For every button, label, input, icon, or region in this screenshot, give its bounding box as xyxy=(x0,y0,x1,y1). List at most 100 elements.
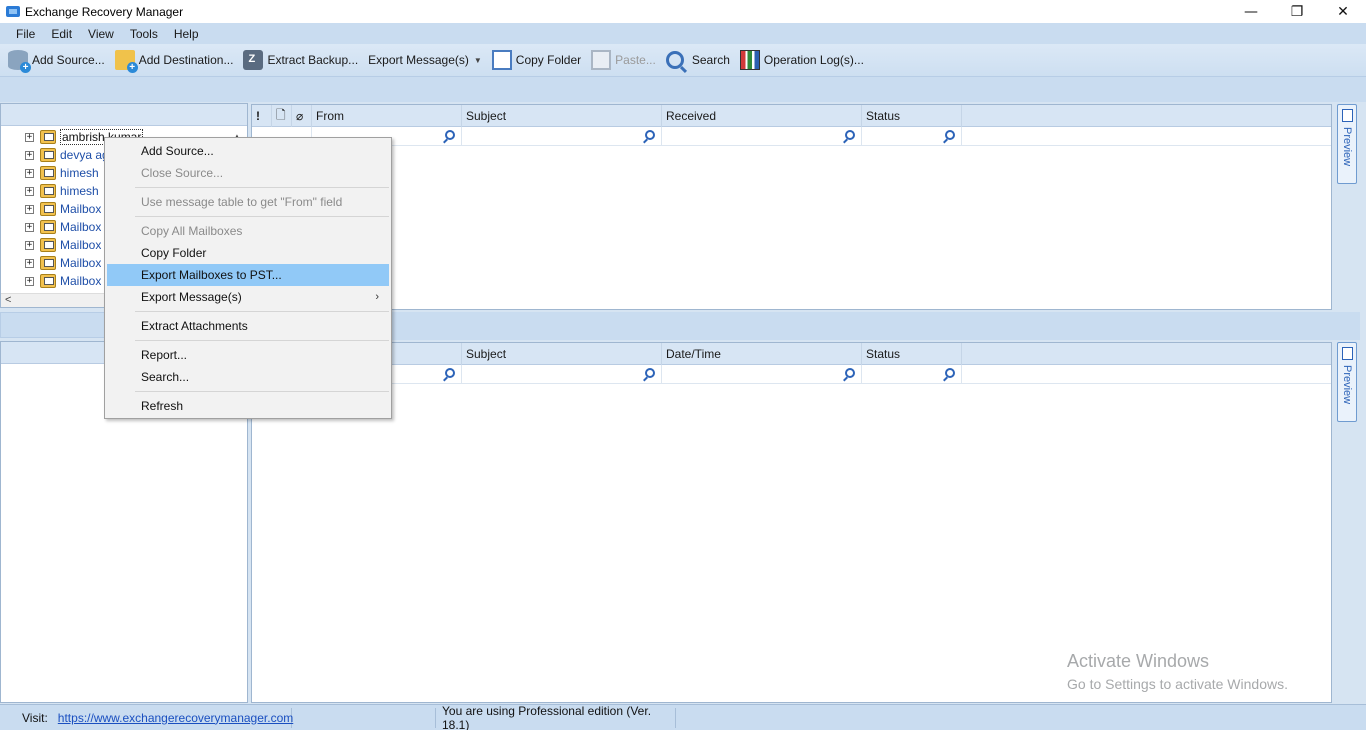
status-edition: You are using Professional edition (Ver.… xyxy=(436,704,676,730)
filter-subject[interactable] xyxy=(462,127,662,146)
tree-item-label: Mailbox xyxy=(60,274,102,288)
menu-separator xyxy=(135,391,389,392)
expand-icon[interactable]: + xyxy=(25,258,34,268)
importance-column-icon[interactable]: ! xyxy=(252,105,272,127)
column-subject[interactable]: Subject xyxy=(462,105,662,127)
menu-extract-attachments[interactable]: Extract Attachments xyxy=(107,315,389,337)
menu-search[interactable]: Search... xyxy=(107,366,389,388)
output-grid-header: Subject Date/Time Status xyxy=(252,343,1331,365)
window-title: Exchange Recovery Manager xyxy=(25,4,184,19)
search-icon[interactable] xyxy=(945,130,955,140)
add-folder-icon xyxy=(114,50,138,73)
filter-received[interactable] xyxy=(662,127,862,146)
filter-status[interactable] xyxy=(862,127,962,146)
window-controls: — ❐ ✕ xyxy=(1228,0,1366,23)
add-source-button[interactable]: Add Source... xyxy=(4,46,109,74)
output-grid: Subject Date/Time Status xyxy=(251,342,1332,703)
export-messages-label: Export Message(s) xyxy=(368,53,469,67)
menu-add-source[interactable]: Add Source... xyxy=(107,140,389,162)
attachment-column-icon[interactable]: ⌀ xyxy=(292,105,312,127)
preview-tab-bottom[interactable]: Preview xyxy=(1337,342,1357,422)
mailbox-icon xyxy=(40,148,56,162)
document-column-icon[interactable]: 🗋 xyxy=(272,105,292,127)
menu-use-message-table[interactable]: Use message table to get "From" field xyxy=(107,191,389,213)
menu-file[interactable]: File xyxy=(8,27,43,41)
filter-subject[interactable] xyxy=(462,365,662,384)
search-icon[interactable] xyxy=(845,130,855,140)
menu-refresh[interactable]: Refresh xyxy=(107,395,389,417)
search-button[interactable]: Search xyxy=(662,46,734,74)
column-received[interactable]: Received xyxy=(662,105,862,127)
column-subject[interactable]: Subject xyxy=(462,343,662,365)
column-date-time[interactable]: Date/Time xyxy=(662,343,862,365)
search-icon[interactable] xyxy=(945,368,955,378)
expand-icon[interactable]: + xyxy=(25,150,34,160)
search-icon[interactable] xyxy=(645,130,655,140)
search-label: Search xyxy=(691,53,730,67)
filter-status[interactable] xyxy=(862,365,962,384)
menu-separator xyxy=(135,187,389,188)
tree-item-label: Mailbox xyxy=(60,256,102,270)
watermark-title: Activate Windows xyxy=(1067,651,1210,671)
menu-report[interactable]: Report... xyxy=(107,344,389,366)
menu-copy-folder[interactable]: Copy Folder xyxy=(107,242,389,264)
search-icon[interactable] xyxy=(445,368,455,378)
copy-icon xyxy=(491,50,512,70)
search-icon[interactable] xyxy=(845,368,855,378)
expand-icon[interactable]: + xyxy=(25,132,34,142)
menu-copy-all-mailboxes[interactable]: Copy All Mailboxes xyxy=(107,220,389,242)
column-from[interactable]: From xyxy=(312,105,462,127)
submenu-arrow-icon: › xyxy=(375,291,379,303)
tree-item-label: devya ag xyxy=(60,148,109,162)
status-empty xyxy=(292,707,436,728)
search-icon xyxy=(665,51,684,69)
expand-icon[interactable]: + xyxy=(25,186,34,196)
preview-tab-top[interactable]: Preview xyxy=(1337,104,1357,184)
menu-edit[interactable]: Edit xyxy=(43,27,80,41)
preview-label: Preview xyxy=(1341,127,1353,167)
extract-backup-button[interactable]: Extract Backup... xyxy=(239,46,362,74)
tree-item-label: himesh xyxy=(60,184,99,198)
expand-icon[interactable]: + xyxy=(25,222,34,232)
minimize-icon[interactable]: — xyxy=(1228,0,1274,23)
column-status[interactable]: Status xyxy=(862,343,962,365)
tree-item-label: himesh xyxy=(60,166,99,180)
expand-icon[interactable]: + xyxy=(25,168,34,178)
column-status[interactable]: Status xyxy=(862,105,962,127)
scroll-left-icon[interactable]: < xyxy=(5,294,11,306)
mailbox-icon xyxy=(40,130,56,144)
menu-view[interactable]: View xyxy=(80,27,122,41)
operation-logs-button[interactable]: Operation Log(s)... xyxy=(736,46,868,74)
watermark-subtitle: Go to Settings to activate Windows. xyxy=(1067,676,1288,692)
preview-icon xyxy=(1342,347,1353,360)
close-icon[interactable]: ✕ xyxy=(1320,0,1366,23)
tree-header xyxy=(1,104,247,126)
search-icon[interactable] xyxy=(445,130,455,140)
menu-help[interactable]: Help xyxy=(166,27,207,41)
restore-icon[interactable]: ❐ xyxy=(1274,0,1320,23)
add-destination-button[interactable]: Add Destination... xyxy=(111,46,238,74)
filter-date-time[interactable] xyxy=(662,365,862,384)
expand-icon[interactable]: + xyxy=(25,240,34,250)
activate-windows-watermark: Activate Windows Go to Settings to activ… xyxy=(1067,651,1288,692)
menu-export-messages[interactable]: Export Message(s) › xyxy=(107,286,389,308)
expand-icon[interactable]: + xyxy=(25,204,34,214)
menu-bar: File Edit View Tools Help xyxy=(0,23,1366,44)
menu-separator xyxy=(135,216,389,217)
search-icon[interactable] xyxy=(645,368,655,378)
expand-icon[interactable]: + xyxy=(25,276,34,286)
tree-item-label: Mailbox xyxy=(60,238,102,252)
paste-button[interactable]: Paste... xyxy=(587,46,660,74)
website-link[interactable]: https://www.exchangerecoverymanager.com xyxy=(58,711,293,725)
menu-export-mailboxes-pst[interactable]: Export Mailboxes to PST... xyxy=(107,264,389,286)
menu-tools[interactable]: Tools xyxy=(122,27,166,41)
copy-folder-label: Copy Folder xyxy=(515,53,582,67)
menu-close-source[interactable]: Close Source... xyxy=(107,162,389,184)
tree-item-label: Mailbox xyxy=(60,202,102,216)
log-chart-icon xyxy=(739,50,760,70)
copy-folder-button[interactable]: Copy Folder xyxy=(488,46,585,74)
mailbox-icon xyxy=(40,238,56,252)
add-source-label: Add Source... xyxy=(32,53,105,67)
export-messages-button[interactable]: Export Message(s) ▼ xyxy=(364,46,486,74)
status-bar: Visit: https://www.exchangerecoverymanag… xyxy=(0,704,1366,730)
